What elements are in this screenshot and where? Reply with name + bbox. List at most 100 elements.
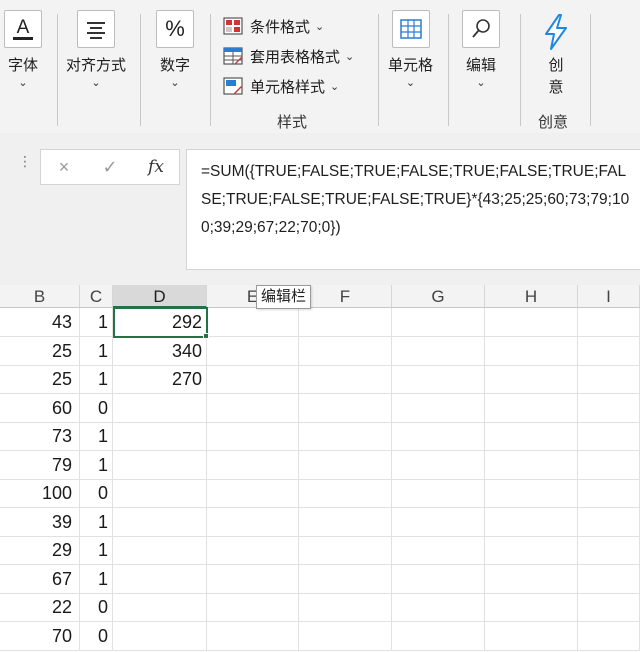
- cell-b-row-8[interactable]: 39: [0, 507, 80, 537]
- cell-i-row-2[interactable]: [578, 336, 640, 366]
- cell-b-row-11[interactable]: 22: [0, 593, 80, 622]
- font-button[interactable]: A 字体 ⌄: [4, 10, 42, 89]
- cancel-icon[interactable]: ×: [46, 157, 82, 178]
- format-as-table-button[interactable]: 套用表格格式 ⌄: [222, 44, 354, 68]
- cell-d-row-12[interactable]: [113, 621, 207, 651]
- cell-i-row-12[interactable]: [578, 621, 640, 651]
- formula-input[interactable]: =SUM({TRUE;FALSE;TRUE;FALSE;TRUE;FALSE;T…: [186, 149, 640, 270]
- cell-e-row-1[interactable]: [207, 308, 299, 337]
- cell-c-row-9[interactable]: 1: [80, 536, 113, 565]
- fill-handle[interactable]: [203, 333, 209, 339]
- cell-b-row-10[interactable]: 67: [0, 564, 80, 594]
- insert-function-icon[interactable]: fx: [138, 157, 174, 177]
- create-button[interactable]: 创 意: [536, 14, 576, 98]
- cell-g-row-1[interactable]: [392, 308, 485, 337]
- column-header-b[interactable]: B: [0, 285, 80, 308]
- cell-c-row-2[interactable]: 1: [80, 336, 113, 366]
- cell-c-row-5[interactable]: 1: [80, 422, 113, 451]
- cell-e-row-2[interactable]: [207, 336, 299, 366]
- cell-d-row-10[interactable]: [113, 564, 207, 594]
- cell-h-row-10[interactable]: [485, 564, 578, 594]
- cells-button[interactable]: 单元格 ⌄: [388, 10, 433, 89]
- cell-g-row-10[interactable]: [392, 564, 485, 594]
- cell-i-row-10[interactable]: [578, 564, 640, 594]
- cell-c-row-6[interactable]: 1: [80, 450, 113, 480]
- cell-g-row-9[interactable]: [392, 536, 485, 565]
- cell-f-row-11[interactable]: [299, 593, 392, 622]
- cell-g-row-4[interactable]: [392, 393, 485, 423]
- cell-f-row-3[interactable]: [299, 365, 392, 394]
- cell-c-row-11[interactable]: 0: [80, 593, 113, 622]
- cell-h-row-2[interactable]: [485, 336, 578, 366]
- cell-h-row-6[interactable]: [485, 450, 578, 480]
- cell-e-row-11[interactable]: [207, 593, 299, 622]
- cell-d-row-1[interactable]: 292: [113, 308, 207, 337]
- cell-b-row-7[interactable]: 100: [0, 479, 80, 508]
- cell-c-row-1[interactable]: 1: [80, 308, 113, 337]
- cell-i-row-3[interactable]: [578, 365, 640, 394]
- editing-button[interactable]: 编辑 ⌄: [462, 10, 500, 89]
- cell-h-row-8[interactable]: [485, 507, 578, 537]
- cell-c-row-3[interactable]: 1: [80, 365, 113, 394]
- cell-e-row-7[interactable]: [207, 479, 299, 508]
- cell-d-row-4[interactable]: [113, 393, 207, 423]
- cell-h-row-12[interactable]: [485, 621, 578, 651]
- cell-h-row-9[interactable]: [485, 536, 578, 565]
- column-header-h[interactable]: H: [485, 285, 578, 308]
- column-header-g[interactable]: G: [392, 285, 485, 308]
- cell-c-row-12[interactable]: 0: [80, 621, 113, 651]
- cell-g-row-7[interactable]: [392, 479, 485, 508]
- cell-g-row-6[interactable]: [392, 450, 485, 480]
- cell-f-row-6[interactable]: [299, 450, 392, 480]
- number-button[interactable]: % 数字 ⌄: [156, 10, 194, 89]
- cell-f-row-8[interactable]: [299, 507, 392, 537]
- cell-f-row-7[interactable]: [299, 479, 392, 508]
- cell-h-row-3[interactable]: [485, 365, 578, 394]
- cell-i-row-6[interactable]: [578, 450, 640, 480]
- cell-g-row-8[interactable]: [392, 507, 485, 537]
- cell-b-row-5[interactable]: 73: [0, 422, 80, 451]
- alignment-button[interactable]: 对齐方式 ⌄: [66, 10, 126, 89]
- cell-d-row-3[interactable]: 270: [113, 365, 207, 394]
- cell-d-row-8[interactable]: [113, 507, 207, 537]
- cell-g-row-2[interactable]: [392, 336, 485, 366]
- cell-b-row-2[interactable]: 25: [0, 336, 80, 366]
- cell-c-row-10[interactable]: 1: [80, 564, 113, 594]
- cell-e-row-9[interactable]: [207, 536, 299, 565]
- cell-f-row-12[interactable]: [299, 621, 392, 651]
- cell-b-row-6[interactable]: 79: [0, 450, 80, 480]
- cell-e-row-4[interactable]: [207, 393, 299, 423]
- cell-f-row-5[interactable]: [299, 422, 392, 451]
- column-header-d[interactable]: D: [113, 285, 207, 308]
- cell-b-row-12[interactable]: 70: [0, 621, 80, 651]
- cell-b-row-4[interactable]: 60: [0, 393, 80, 423]
- cell-i-row-9[interactable]: [578, 536, 640, 565]
- cell-g-row-12[interactable]: [392, 621, 485, 651]
- cell-d-row-6[interactable]: [113, 450, 207, 480]
- cell-f-row-10[interactable]: [299, 564, 392, 594]
- column-header-c[interactable]: C: [80, 285, 113, 308]
- grip-handle-icon[interactable]: ⋮: [18, 154, 32, 168]
- cell-c-row-8[interactable]: 1: [80, 507, 113, 537]
- cell-styles-button[interactable]: 单元格样式 ⌄: [222, 74, 339, 98]
- cell-h-row-4[interactable]: [485, 393, 578, 423]
- column-header-f[interactable]: F: [299, 285, 392, 308]
- cell-f-row-4[interactable]: [299, 393, 392, 423]
- cell-e-row-10[interactable]: [207, 564, 299, 594]
- cell-i-row-7[interactable]: [578, 479, 640, 508]
- cell-d-row-2[interactable]: 340: [113, 336, 207, 366]
- cell-c-row-4[interactable]: 0: [80, 393, 113, 423]
- cell-f-row-9[interactable]: [299, 536, 392, 565]
- cell-i-row-1[interactable]: [578, 308, 640, 337]
- cell-d-row-7[interactable]: [113, 479, 207, 508]
- cell-e-row-3[interactable]: [207, 365, 299, 394]
- cell-b-row-1[interactable]: 43: [0, 308, 80, 337]
- cell-i-row-11[interactable]: [578, 593, 640, 622]
- cell-e-row-6[interactable]: [207, 450, 299, 480]
- cell-d-row-9[interactable]: [113, 536, 207, 565]
- conditional-format-button[interactable]: 条件格式 ⌄: [222, 14, 324, 38]
- cell-e-row-8[interactable]: [207, 507, 299, 537]
- cell-g-row-5[interactable]: [392, 422, 485, 451]
- cell-i-row-4[interactable]: [578, 393, 640, 423]
- cell-h-row-5[interactable]: [485, 422, 578, 451]
